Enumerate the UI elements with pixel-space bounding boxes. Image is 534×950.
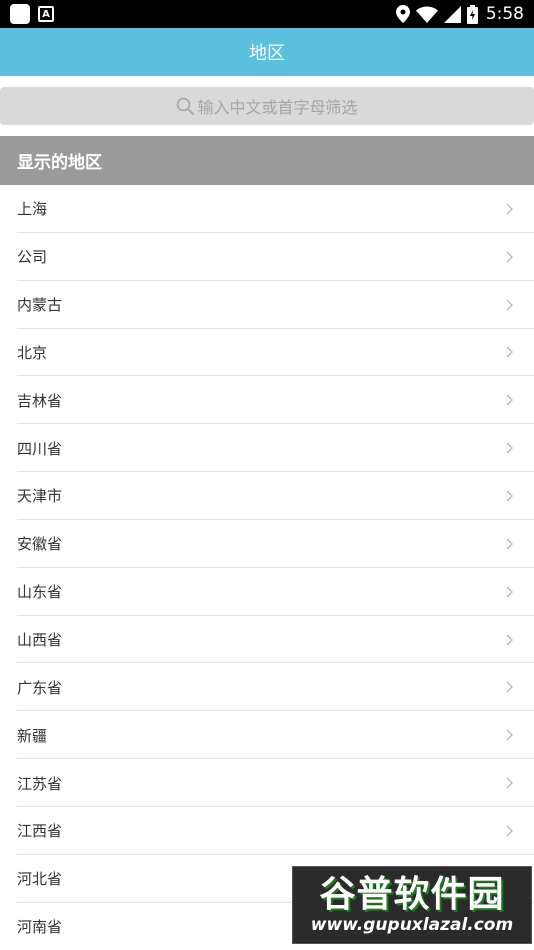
watermark-url: www.gupuxlazal.com <box>310 915 514 935</box>
watermark: 谷普软件园 www.gupuxlazal.com <box>292 866 532 944</box>
list-item[interactable]: 安徽省 <box>0 520 534 568</box>
list-item-label: 河北省 <box>17 870 63 889</box>
list-item-label: 公司 <box>17 248 48 267</box>
list-item-label: 江苏省 <box>17 774 63 793</box>
list-item-label: 内蒙古 <box>17 296 63 315</box>
list-item[interactable]: 上海 <box>0 185 534 233</box>
location-icon <box>395 5 410 23</box>
chevron-right-icon <box>506 681 513 693</box>
search-input[interactable]: 输入中文或首字母筛选 <box>0 87 534 125</box>
list-item-label: 山西省 <box>17 631 63 650</box>
list-item-label: 新疆 <box>17 726 48 745</box>
app-bar: 地区 <box>0 28 534 76</box>
list-item-label: 四川省 <box>17 439 63 458</box>
list-item-label: 江西省 <box>17 822 63 841</box>
list-item-label: 吉林省 <box>17 391 63 410</box>
chevron-right-icon <box>506 825 513 837</box>
watermark-title: 谷普软件园 <box>319 874 505 915</box>
list-item[interactable]: 吉林省 <box>0 376 534 425</box>
list-item[interactable]: 山东省 <box>0 568 534 616</box>
list-item[interactable]: 江苏省 <box>0 759 534 807</box>
list-item[interactable]: 广东省 <box>0 663 534 712</box>
status-time: 5:58 <box>485 4 524 24</box>
list-item-label: 安徽省 <box>17 535 63 554</box>
chevron-right-icon <box>506 299 513 311</box>
app-notification-icon <box>10 4 30 24</box>
chevron-right-icon <box>506 634 513 645</box>
chevron-right-icon <box>506 538 513 550</box>
list-item[interactable]: 四川省 <box>0 424 534 472</box>
search-icon <box>177 97 195 115</box>
chevron-right-icon <box>506 346 513 358</box>
region-list: 上海 公司 内蒙古 北京 吉林省 四川省 天津市 安徽省 山东省 山西省 广东省 <box>0 185 534 950</box>
chevron-right-icon <box>506 442 513 454</box>
chevron-right-icon <box>506 203 513 215</box>
chevron-right-icon <box>506 490 513 502</box>
chevron-right-icon <box>506 729 513 741</box>
list-item-label: 北京 <box>17 343 48 362</box>
section-header: 显示的地区 <box>0 136 534 185</box>
list-item[interactable]: 内蒙古 <box>0 281 534 329</box>
battery-icon <box>466 4 478 24</box>
status-bar: A 5:58 <box>0 0 534 28</box>
page-title: 地区 <box>249 43 285 64</box>
list-item[interactable]: 新疆 <box>0 711 534 759</box>
status-bar-right: 5:58 <box>395 3 524 25</box>
a-notification-icon: A <box>38 6 54 22</box>
list-item[interactable]: 北京 <box>0 329 534 377</box>
chevron-right-icon <box>506 251 513 263</box>
list-item-label: 天津市 <box>17 487 63 506</box>
chevron-right-icon <box>506 586 513 598</box>
list-item[interactable]: 天津市 <box>0 472 534 520</box>
list-item[interactable]: 公司 <box>0 233 534 281</box>
section-title: 显示的地区 <box>17 153 102 173</box>
status-bar-left: A <box>10 4 54 24</box>
wifi-icon <box>415 6 438 23</box>
list-item-label: 山东省 <box>17 583 63 602</box>
chevron-right-icon <box>506 394 513 406</box>
list-item-label: 河南省 <box>17 918 63 937</box>
signal-icon <box>443 5 461 23</box>
list-item[interactable]: 山西省 <box>0 616 534 664</box>
list-item[interactable]: 江西省 <box>0 807 534 855</box>
list-item-label: 上海 <box>17 200 48 219</box>
search-placeholder: 输入中文或首字母筛选 <box>197 98 358 117</box>
search-container: 输入中文或首字母筛选 <box>0 76 534 136</box>
chevron-right-icon <box>506 777 513 789</box>
list-item-label: 广东省 <box>17 678 63 697</box>
